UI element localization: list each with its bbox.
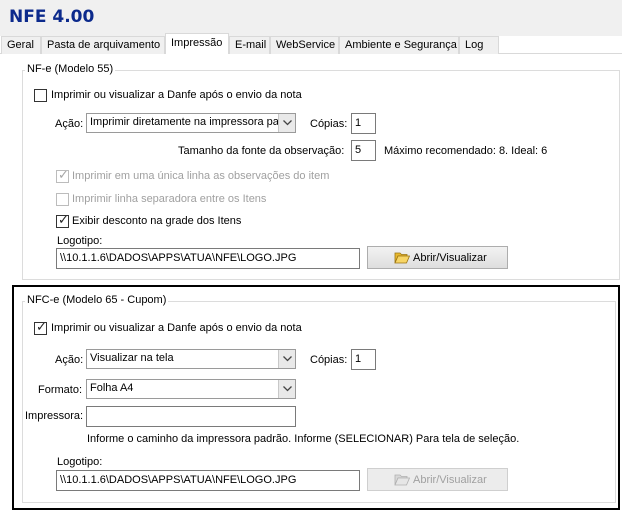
nfe-logotipo-label: Logotipo: bbox=[57, 235, 103, 247]
tab-geral[interactable]: Geral bbox=[1, 36, 41, 54]
nfce-acao-value: Visualizar na tela bbox=[90, 352, 174, 364]
nfce-logotipo-label: Logotipo: bbox=[57, 456, 103, 468]
chevron-down-icon[interactable] bbox=[278, 114, 295, 132]
chevron-down-icon[interactable] bbox=[278, 350, 295, 368]
nfe-print-after-send-label[interactable]: Imprimir ou visualizar a Danfe após o en… bbox=[51, 89, 302, 101]
nfce-formato-label: Formato: bbox=[38, 384, 83, 396]
nfe-group-legend: NF-e (Modelo 55) bbox=[25, 63, 116, 75]
nfe-font-size-label: Tamanho da fonte da observação: bbox=[178, 145, 345, 157]
chevron-down-icon[interactable] bbox=[278, 380, 295, 398]
nfe-single-line-checkbox[interactable]: ✓ bbox=[56, 167, 69, 183]
nfce-print-after-send-checkbox[interactable]: ✓ bbox=[34, 319, 47, 335]
nfe-logotipo-input[interactable]: \\10.1.1.6\DADOS\APPS\ATUA\NFE\LOGO.JPG bbox=[56, 248, 360, 269]
nfce-impressora-hint: Informe o caminho da impressora padrão. … bbox=[87, 433, 520, 445]
nfce-print-after-send-label[interactable]: Imprimir ou visualizar a Danfe após o en… bbox=[51, 322, 302, 334]
nfce-open-view-button[interactable]: Abrir/Visualizar bbox=[367, 468, 508, 491]
folder-open-icon bbox=[394, 251, 411, 267]
tab-webservice[interactable]: WebService bbox=[270, 36, 339, 54]
nfe-acao-value: Imprimir diretamente na impressora padrã… bbox=[90, 116, 296, 128]
tab-pasta-de-arquivamento[interactable]: Pasta de arquivamento bbox=[41, 36, 165, 54]
tab-impressao[interactable]: Impressão bbox=[165, 33, 229, 54]
nfe-copias-input[interactable]: 1 bbox=[351, 113, 376, 134]
nfce-acao-select[interactable]: Visualizar na tela bbox=[86, 349, 296, 369]
tab-ambiente-e-seguranca[interactable]: Ambiente e Segurança bbox=[339, 36, 459, 54]
check-icon: ✓ bbox=[36, 319, 47, 334]
nfe-acao-select[interactable]: Imprimir diretamente na impressora padrã… bbox=[86, 113, 296, 133]
nfe-single-line-label[interactable]: Imprimir em uma única linha as observaçõ… bbox=[72, 170, 329, 182]
nfe-separator-line-checkbox[interactable] bbox=[56, 193, 69, 206]
nfe-show-discount-label[interactable]: Exibir desconto na grade dos Itens bbox=[72, 215, 241, 227]
nfe-font-size-input[interactable]: 5 bbox=[351, 140, 376, 161]
nfce-group-legend: NFC-e (Modelo 65 - Cupom) bbox=[25, 294, 169, 306]
nfe-show-discount-checkbox[interactable]: ✓ bbox=[56, 212, 69, 228]
nfce-copias-input[interactable]: 1 bbox=[351, 349, 376, 370]
nfe-separator-line-label[interactable]: Imprimir linha separadora entre os Itens bbox=[72, 193, 266, 205]
nfe-print-after-send-checkbox[interactable] bbox=[34, 89, 47, 102]
nfe-font-size-hint: Máximo recomendado: 8. Ideal: 6 bbox=[384, 145, 548, 157]
nfe-copias-label: Cópias: bbox=[310, 118, 348, 130]
nfce-open-view-label: Abrir/Visualizar bbox=[413, 474, 487, 486]
nfe-open-view-button[interactable]: Abrir/Visualizar bbox=[367, 246, 508, 269]
nfce-formato-select[interactable]: Folha A4 bbox=[86, 379, 296, 399]
tab-email[interactable]: E-mail bbox=[229, 36, 270, 54]
nfe-open-view-label: Abrir/Visualizar bbox=[413, 252, 487, 264]
folder-open-icon bbox=[394, 473, 411, 489]
nfe-acao-label: Ação: bbox=[55, 118, 84, 130]
tab-log[interactable]: Log bbox=[459, 36, 499, 54]
nfce-acao-label: Ação: bbox=[55, 354, 84, 366]
nfce-impressora-input[interactable] bbox=[86, 406, 296, 427]
nfce-copias-label: Cópias: bbox=[310, 354, 348, 366]
check-icon: ✓ bbox=[58, 212, 69, 227]
nfce-impressora-label: Impressora: bbox=[25, 410, 84, 422]
nfce-logotipo-input[interactable]: \\10.1.1.6\DADOS\APPS\ATUA\NFE\LOGO.JPG bbox=[56, 470, 360, 491]
check-icon: ✓ bbox=[58, 167, 69, 182]
app-title: NFE 4.00 bbox=[9, 7, 95, 27]
nfce-formato-value: Folha A4 bbox=[90, 382, 134, 394]
